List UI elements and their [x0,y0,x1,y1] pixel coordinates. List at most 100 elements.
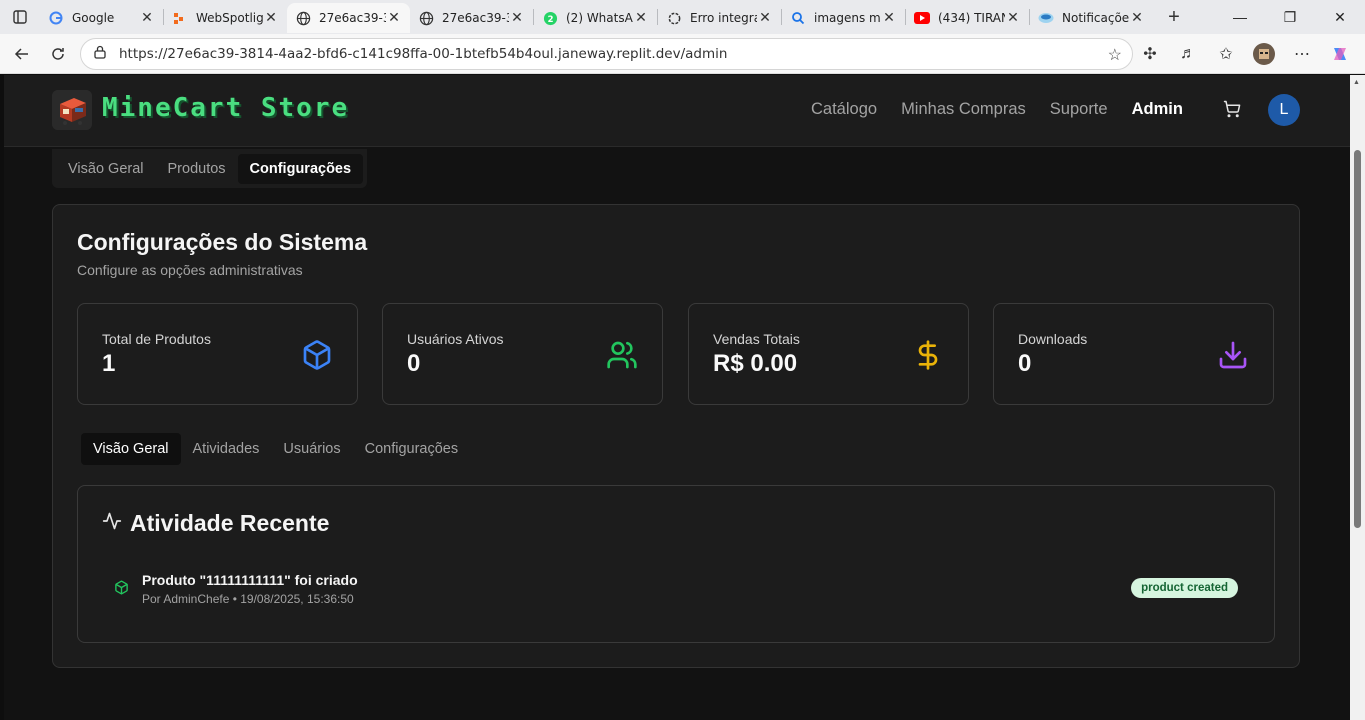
browser-tab-whatsapp[interactable]: 2 (2) WhatsAp ✕ [534,3,657,33]
search-icon [790,10,806,26]
subtab-configuracoes[interactable]: Configurações [353,433,471,465]
activity-title: Atividade Recente [130,510,330,536]
openai-icon [666,10,682,26]
copilot-icon[interactable] [1323,38,1357,70]
close-icon[interactable]: ✕ [139,10,155,26]
browser-tab-openai[interactable]: Erro integra ✕ [658,3,781,33]
tab-actions-icon[interactable] [0,0,40,34]
browser-tab-search[interactable]: imagens mi ✕ [782,3,905,33]
user-avatar[interactable]: L [1268,94,1300,126]
cart-icon[interactable] [1223,100,1243,120]
favorites-icon[interactable]: ✩ [1209,38,1243,70]
youtube-icon [914,10,930,26]
browser-tab-replit-2[interactable]: 27e6ac39-3 ✕ [410,3,533,33]
store-logo-icon[interactable] [52,90,92,130]
new-tab-button[interactable]: + [1159,3,1189,31]
settings-card: Configurações do Sistema Configure as op… [52,204,1300,668]
nav-catalogo[interactable]: Catálogo [811,100,877,119]
stat-label: Downloads [1018,331,1088,347]
subtab-visao-geral[interactable]: Visão Geral [81,433,181,465]
brand-name[interactable]: MineCart Store [102,93,349,123]
webspotlight-icon [172,10,188,26]
recent-activity-panel: Atividade Recente Produto "11111111111" … [77,485,1275,643]
browser-tab-google[interactable]: Google ✕ [40,3,163,33]
stat-label: Vendas Totais [713,331,800,347]
box-icon [301,339,333,371]
maximize-icon[interactable]: ❐ [1265,0,1315,34]
tab-title: WebSpotlig [196,11,263,25]
minimize-icon[interactable]: — [1215,0,1265,34]
browser-tab-notifications[interactable]: Notificaçõe ✕ [1030,3,1153,33]
google-icon [48,10,64,26]
activity-header: Atividade Recente [102,510,329,537]
browser-tab-webspotlight[interactable]: WebSpotlig ✕ [164,3,287,33]
page-scrollbar[interactable]: ▲ [1350,75,1365,720]
browser-tab-active[interactable]: 27e6ac39-3 ✕ [287,3,410,33]
admin-tabs: Visão Geral Produtos Configurações [52,149,368,188]
tab-configuracoes[interactable]: Configurações [237,153,364,184]
back-arrow-icon[interactable] [4,38,40,70]
site-info-icon[interactable] [93,45,107,64]
tab-title: imagens mi [814,11,881,25]
window-controls: — ❐ ✕ [1215,0,1365,34]
media-icon[interactable]: ♬ [1171,38,1205,70]
stat-card-usuarios: Usuários Ativos 0 [382,303,663,405]
dollar-icon [912,339,944,371]
extensions-icon[interactable]: ✣ [1133,38,1167,70]
scrollbar-thumb[interactable] [1354,150,1361,528]
tab-visao-geral[interactable]: Visão Geral [56,154,156,184]
site-header: MineCart Store Catálogo Minhas Compras S… [4,75,1350,147]
page-subtitle: Configure as opções administrativas [77,262,303,278]
more-menu-icon[interactable]: ⋯ [1285,38,1319,70]
tab-title: Notificaçõe [1062,11,1129,25]
tab-title: Google [72,11,115,25]
browser-tabstrip: Google ✕ WebSpotlig ✕ 27e6ac39-3 ✕ 27e6a… [0,0,1365,34]
tab-title: (434) TIRAN [938,11,1005,25]
page: MineCart Store Catálogo Minhas Compras S… [4,75,1350,720]
browser-toolbar: https://27e6ac39-3814-4aa2-bfd6-c141c98f… [0,34,1365,74]
tab-title: 27e6ac39-3 [319,11,386,25]
close-icon[interactable]: ✕ [509,10,525,26]
close-window-icon[interactable]: ✕ [1315,0,1365,34]
subtab-atividades[interactable]: Atividades [181,433,272,465]
stat-value: R$ 0.00 [713,350,798,377]
activity-item: Produto "11111111111" foi criado Por Adm… [114,572,1238,608]
stat-card-vendas: Vendas Totais R$ 0.00 [688,303,969,405]
scroll-up-icon[interactable]: ▲ [1353,79,1360,86]
close-icon[interactable]: ✕ [1129,10,1145,26]
activity-item-meta: Por AdminChefe • 19/08/2025, 15:36:50 [142,592,354,606]
subtab-usuarios[interactable]: Usuários [271,433,352,465]
stat-label: Usuários Ativos [407,331,504,347]
settings-sub-tabs: Visão Geral Atividades Usuários Configur… [81,433,470,465]
profile-avatar-icon[interactable] [1247,38,1281,70]
toolbar-icons: ✣ ♬ ✩ ⋯ [1133,38,1357,70]
tab-title: 27e6ac39-3 [442,11,509,25]
nav-suporte[interactable]: Suporte [1050,100,1108,119]
stat-card-downloads: Downloads 0 [993,303,1274,405]
close-icon[interactable]: ✕ [263,10,279,26]
reload-icon[interactable] [40,38,76,70]
favorite-star-icon[interactable]: ☆ [1108,45,1122,65]
download-icon [1217,339,1249,371]
globe-icon [295,10,311,26]
nav-admin[interactable]: Admin [1132,100,1183,119]
tab-produtos[interactable]: Produtos [156,154,238,184]
close-icon[interactable]: ✕ [386,10,402,26]
users-icon [606,339,638,371]
close-icon[interactable]: ✕ [881,10,897,26]
svg-text:2: 2 [547,13,553,23]
browser-tab-youtube[interactable]: (434) TIRAN ✕ [906,3,1029,33]
nav-minhas-compras[interactable]: Minhas Compras [901,100,1026,119]
stat-card-produtos: Total de Produtos 1 [77,303,358,405]
close-icon[interactable]: ✕ [757,10,773,26]
address-bar[interactable]: https://27e6ac39-3814-4aa2-bfd6-c141c98f… [80,38,1133,70]
box-icon [114,580,130,596]
close-icon[interactable]: ✕ [1005,10,1021,26]
globe-icon [418,10,434,26]
close-icon[interactable]: ✕ [633,10,649,26]
stat-value: 0 [1018,350,1032,377]
tab-title: (2) WhatsAp [566,11,633,25]
stat-value: 1 [102,350,116,377]
tab-title: Erro integra [690,11,757,25]
stat-value: 0 [407,350,421,377]
